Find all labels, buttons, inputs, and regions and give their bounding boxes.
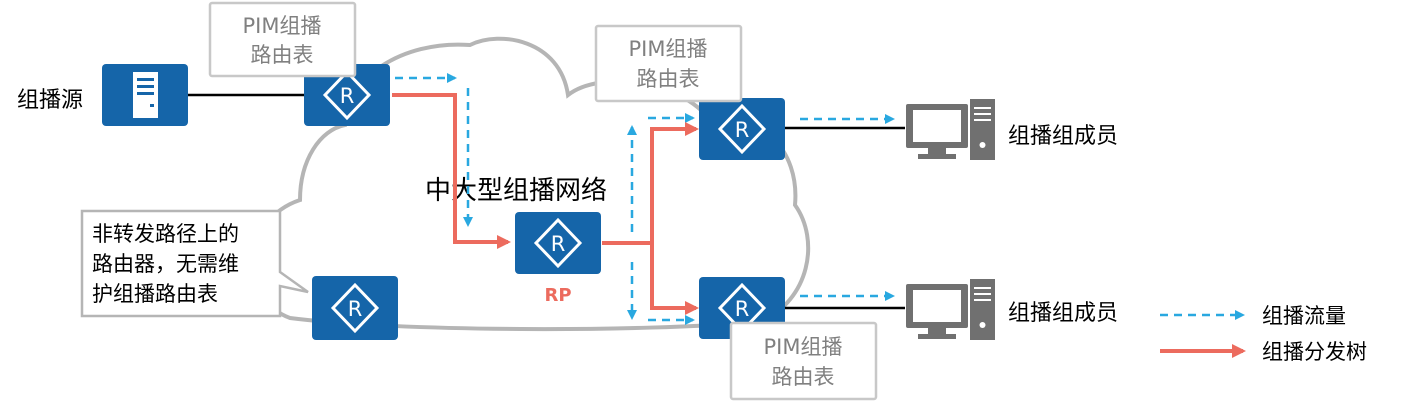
- non-forwarding-note: 非转发路径上的 路由器，无需维 护组播路由表: [80, 209, 309, 318]
- svg-text:R: R: [735, 118, 750, 142]
- computer-icon: [906, 99, 995, 160]
- svg-text:R: R: [348, 297, 363, 321]
- routing-table-callout-source: PIM组播 路由表: [208, 1, 357, 78]
- legend: 组播流量 组播分发树: [1160, 304, 1367, 364]
- svg-text:R: R: [340, 84, 355, 108]
- svg-text:R: R: [551, 232, 566, 256]
- router-rp[interactable]: R: [515, 212, 601, 274]
- legend-multicast-traffic: 组播流量: [1160, 304, 1346, 328]
- svg-text:组播分发树: 组播分发树: [1262, 340, 1367, 364]
- rp-label: RP: [544, 285, 571, 306]
- svg-text:组播流量: 组播流量: [1262, 304, 1346, 328]
- svg-text:路由表: 路由表: [251, 43, 314, 67]
- svg-text:R: R: [735, 297, 750, 321]
- routing-table-callout-top: PIM组播 路由表: [594, 24, 743, 103]
- svg-text:护组播路由表: 护组播路由表: [92, 282, 218, 306]
- receiver-label-bottom: 组播组成员: [1008, 301, 1118, 326]
- source-server[interactable]: [102, 64, 188, 126]
- router-non-forwarding[interactable]: R: [312, 276, 398, 340]
- legend-distribution-tree: 组播分发树: [1160, 340, 1367, 364]
- receiver-label-top: 组播组成员: [1008, 124, 1118, 149]
- computer-icon: [906, 279, 995, 340]
- router-receiver-top[interactable]: R: [699, 98, 785, 160]
- receiver-pc-bottom[interactable]: [906, 279, 995, 340]
- network-label: 中大型组播网络: [425, 176, 607, 206]
- svg-text:路由表: 路由表: [637, 67, 700, 91]
- svg-text:PIM组播: PIM组播: [764, 335, 843, 359]
- multicast-network-diagram: 中大型组播网络 组播源 R R RP R R R 组播组成员 组播组成员 PIM…: [17, 1, 1367, 401]
- svg-text:PIM组播: PIM组播: [629, 37, 708, 61]
- source-label: 组播源: [17, 88, 83, 113]
- receiver-pc-top[interactable]: [906, 99, 995, 160]
- svg-text:路由表: 路由表: [772, 365, 835, 389]
- svg-text:路由器，无需维: 路由器，无需维: [92, 252, 239, 276]
- svg-text:非转发路径上的: 非转发路径上的: [92, 222, 239, 246]
- svg-text:PIM组播: PIM组播: [243, 14, 322, 38]
- server-icon: [133, 72, 158, 118]
- routing-table-callout-bottom: PIM组播 路由表: [729, 321, 878, 401]
